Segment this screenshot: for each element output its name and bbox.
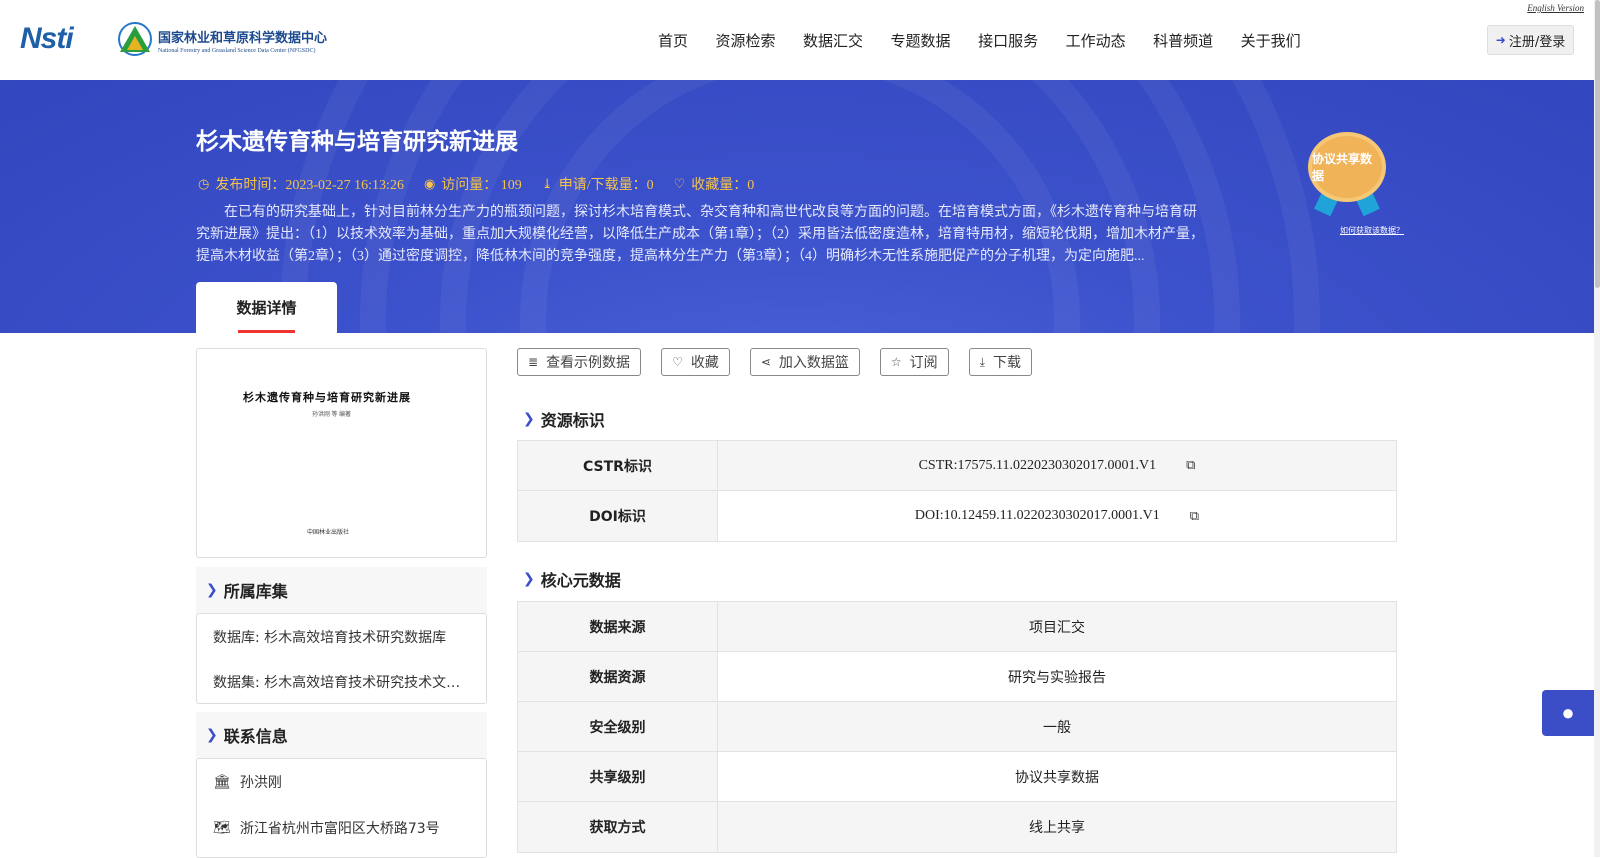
- table-row: 数据资源 研究与实验报告: [518, 652, 1396, 702]
- copy-icon[interactable]: ⧉: [1190, 509, 1199, 524]
- meta-value: 协议共享数据: [1015, 769, 1099, 786]
- meta-value: 项目汇交: [718, 602, 1396, 651]
- table-row: DOI标识 DOI:10.12459.11.0220230302017.0001…: [518, 491, 1396, 541]
- meta-key: 数据资源: [518, 652, 718, 701]
- contact-name: 🏛 孙洪刚: [213, 774, 282, 791]
- copy-icon[interactable]: ⧉: [1186, 458, 1195, 473]
- resource-id-heading: ❯ 资源标识: [523, 411, 605, 430]
- table-row: 数据来源 项目汇交: [518, 602, 1396, 652]
- meta-value: 研究与实验报告: [1008, 669, 1106, 686]
- contact-address: 🗺 浙江省杭州市富阳区大桥路73号: [213, 820, 440, 837]
- scrollbar-thumb[interactable]: [1595, 0, 1600, 288]
- contact-box: 🏛 孙洪刚 🗺 浙江省杭州市富阳区大桥路73号: [196, 758, 487, 858]
- page-title: 杉木遗传育种与培育研究新进展: [196, 129, 518, 155]
- database-icon: ≣: [528, 355, 539, 369]
- dataset-description: 在已有的研究基础上，针对目前林分生产力的瓶颈问题，探讨杉木培育模式、杂交育种和高…: [196, 205, 1204, 264]
- tab-data-details[interactable]: 数据详情: [196, 282, 337, 333]
- contact-heading: ❯ 联系信息: [196, 712, 487, 758]
- site-header: Nsti 国家林业和草原科学数据中心 National Forestry and…: [0, 0, 1594, 80]
- library-database[interactable]: 数据库: 杉木高效培育技术研究数据库: [197, 614, 486, 659]
- logo-cn-text: 国家林业和草原科学数据中心: [158, 30, 328, 46]
- meta-key: 获取方式: [518, 802, 718, 852]
- core-meta-heading: ❯ 核心元数据: [523, 571, 621, 590]
- nav-home[interactable]: 首页: [658, 30, 688, 51]
- core-meta-table: 数据来源 项目汇交 数据资源 研究与实验报告 安全级别 一般 共享级别 协议共享…: [517, 601, 1397, 853]
- download-button[interactable]: ⤓ 下载: [968, 348, 1032, 376]
- nav-science-channel[interactable]: 科普频道: [1153, 30, 1213, 51]
- bank-icon: 🏛: [213, 774, 231, 790]
- subscribe-button[interactable]: ☆ 订阅: [879, 348, 949, 376]
- meta-value: 一般: [718, 702, 1396, 751]
- library-heading: ❯ 所属库集: [196, 567, 487, 613]
- chevron-right-icon: ❯: [206, 727, 218, 743]
- nav-work-news[interactable]: 工作动态: [1066, 30, 1126, 51]
- hero-banner: 杉木遗传育种与培育研究新进展 ◷ 发布时间：2023-02-27 16:13:2…: [0, 80, 1594, 333]
- login-label: 注册/登录: [1508, 34, 1566, 50]
- nav-data-submission[interactable]: 数据汇交: [803, 30, 863, 51]
- view-sample-button[interactable]: ≣ 查看示例数据: [517, 348, 642, 376]
- action-bar: ≣ 查看示例数据 ♡ 收藏 ⋖ 加入数据篮 ☆ 订阅 ⤓ 下载: [517, 348, 1052, 376]
- english-version-link[interactable]: English Version: [1527, 3, 1584, 13]
- table-row: 安全级别 一般: [518, 702, 1396, 752]
- heart-icon: ♡: [673, 176, 686, 191]
- nsti-logo[interactable]: Nsti: [20, 22, 74, 56]
- nfgsdc-logo[interactable]: 国家林业和草原科学数据中心 National Forestry and Gras…: [118, 22, 327, 58]
- meta-value: 线上共享: [718, 802, 1396, 852]
- cover-title: 杉木遗传育种与培育研究新进展: [243, 391, 411, 404]
- tab-active-indicator: [238, 330, 295, 333]
- publish-time: ◷ 发布时间：2023-02-27 16:13:26: [198, 176, 404, 193]
- doi-label: DOI标识: [518, 491, 718, 541]
- chevron-right-icon: ❯: [206, 582, 218, 598]
- nav-topic-data[interactable]: 专题数据: [891, 30, 951, 51]
- eye-icon: ◉: [423, 176, 436, 191]
- heart-icon: ♡: [672, 355, 683, 369]
- meta-key: 共享级别: [518, 752, 718, 801]
- table-row: 共享级别 协议共享数据: [518, 752, 1396, 802]
- download-icon: ⤓: [541, 176, 553, 191]
- book-cover[interactable]: 杉木遗传育种与培育研究新进展 孙洪刚 等 编著 中国林业出版社: [196, 348, 487, 558]
- qq-penguin-icon[interactable]: ●: [1542, 690, 1594, 736]
- sign-in-icon: ➜: [1495, 33, 1506, 47]
- share-icon: ⋖: [760, 355, 771, 369]
- nfgsdc-emblem-icon: [118, 22, 152, 58]
- library-dataset[interactable]: 数据集: 杉木高效培育技术研究技术文献数据集: [197, 659, 486, 704]
- table-row: 获取方式 线上共享: [518, 802, 1396, 852]
- meta-bar: ◷ 发布时间：2023-02-27 16:13:26 ◉ 访问量： 109 ⤓ …: [198, 174, 774, 194]
- nav-resource-search[interactable]: 资源检索: [716, 30, 776, 51]
- meta-key: 安全级别: [518, 702, 718, 751]
- download-icon: ⤓: [979, 354, 985, 369]
- clock-icon: ◷: [198, 176, 210, 191]
- chevron-right-icon: ❯: [523, 411, 535, 427]
- cstr-label: CSTR标识: [518, 441, 718, 490]
- how-to-get-data-link[interactable]: 如何获取该数据？: [1340, 225, 1404, 236]
- share-badge-icon: 协议共享数据: [1306, 132, 1390, 217]
- badge-text: 协议共享数据: [1312, 152, 1373, 183]
- nav-api-service[interactable]: 接口服务: [978, 30, 1038, 51]
- cstr-value: CSTR:17575.11.0220230302017.0001.V1: [918, 457, 1157, 473]
- resource-id-table: CSTR标识 CSTR:17575.11.0220230302017.0001.…: [517, 440, 1397, 542]
- visit-count: ◉ 访问量： 109: [423, 176, 522, 193]
- map-icon: 🗺: [213, 820, 231, 836]
- main-nav: 首页 资源检索 数据汇交 专题数据 接口服务 工作动态 科普频道 关于我们: [658, 30, 1328, 51]
- favorite-button[interactable]: ♡ 收藏: [661, 348, 730, 376]
- logo-en-text: National Forestry and Grassland Science …: [158, 47, 316, 54]
- cover-authors: 孙洪刚 等 编著: [312, 412, 352, 418]
- doi-value: DOI:10.12459.11.0220230302017.0001.V1: [914, 508, 1160, 523]
- cover-publisher: 中国林业出版社: [307, 530, 350, 536]
- chevron-right-icon: ❯: [523, 571, 535, 587]
- add-basket-button[interactable]: ⋖ 加入数据篮: [749, 348, 860, 376]
- table-row: CSTR标识 CSTR:17575.11.0220230302017.0001.…: [518, 441, 1396, 491]
- library-box: 数据库: 杉木高效培育技术研究数据库 数据集: 杉木高效培育技术研究技术文献数据…: [196, 613, 487, 704]
- meta-key: 数据来源: [518, 602, 718, 651]
- nav-about-us[interactable]: 关于我们: [1241, 30, 1301, 51]
- star-icon: ☆: [890, 355, 902, 369]
- favorite-count: ♡ 收藏量：0: [673, 176, 755, 193]
- login-button[interactable]: ➜ 注册/登录: [1487, 25, 1574, 55]
- download-count: ⤓ 申请/下载量：0: [541, 176, 654, 193]
